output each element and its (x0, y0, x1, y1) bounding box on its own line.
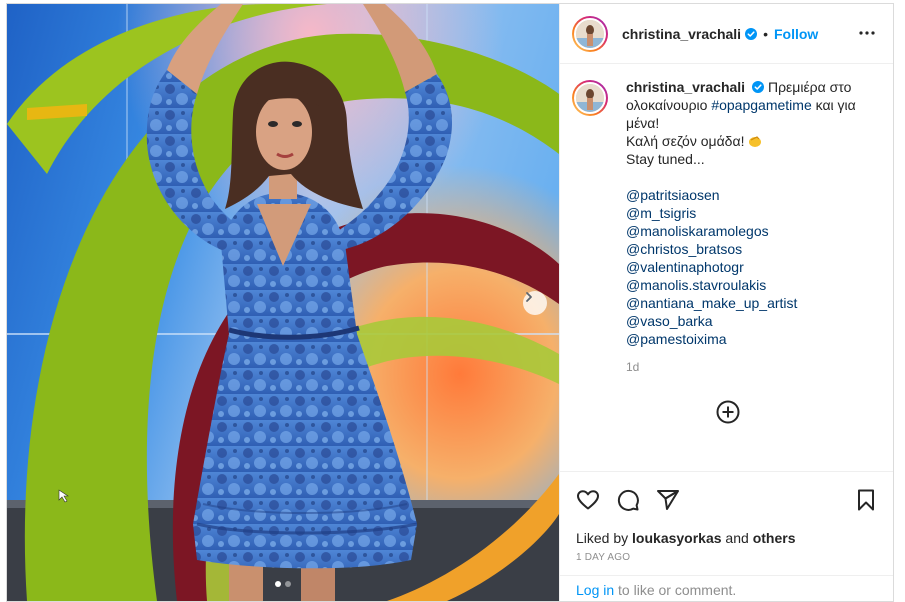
likes-prefix: Liked by (576, 530, 633, 546)
clapping-hand-emoji (749, 136, 762, 147)
login-prompt: Log in to like or comment. (560, 575, 893, 601)
login-link[interactable]: Log in (576, 582, 614, 598)
comments-area: christina_vrachali Πρεμιέρα στο ολοκαίνο… (560, 64, 893, 471)
post-header: christina_vrachali • Follow (560, 4, 893, 64)
more-options-icon[interactable] (858, 24, 876, 42)
post-caption: christina_vrachali Πρεμιέρα στο ολοκαίνο… (572, 78, 882, 376)
mention-link[interactable]: @valentinaphotogr (626, 258, 871, 276)
caption-avatar[interactable] (572, 80, 608, 116)
post-actions: Liked by loukasyorkas and others 1 DAY A… (560, 471, 893, 601)
verified-badge-icon (752, 81, 765, 93)
login-prompt-text: to like or comment. (614, 582, 737, 598)
avatar-image (574, 82, 606, 114)
carousel-next-button[interactable] (523, 291, 547, 315)
mention-link[interactable]: @patritsiaosen (626, 186, 871, 204)
follow-button[interactable]: Follow (774, 26, 818, 42)
mention-link[interactable]: @vaso_barka (626, 312, 871, 330)
hashtag-link[interactable]: #opapgametime (711, 97, 811, 113)
mention-link[interactable]: @nantiana_make_up_artist (626, 294, 871, 312)
post-photo[interactable] (7, 4, 559, 601)
comment-icon[interactable] (616, 488, 640, 512)
caption-username[interactable]: christina_vrachali (626, 79, 745, 95)
heart-icon[interactable] (576, 488, 600, 512)
separator-dot: • (763, 25, 768, 42)
post-date[interactable]: 1 DAY AGO (576, 552, 630, 563)
mention-link[interactable]: @pamestoixima (626, 330, 871, 348)
carousel-dot (285, 581, 291, 587)
liked-by-others[interactable]: others (753, 530, 796, 546)
chevron-right-icon (526, 292, 532, 302)
photo-illustration (7, 4, 559, 601)
likes-middle: and (721, 530, 753, 546)
mention-link[interactable]: @manoliskaramolegos (626, 222, 871, 240)
action-icons (576, 488, 680, 512)
carousel-indicator (7, 581, 559, 587)
author-username[interactable]: christina_vrachali (622, 26, 741, 42)
verified-badge-icon (745, 27, 758, 40)
avatar-image (574, 17, 606, 50)
mention-link[interactable]: @manolis.stavroulakis (626, 276, 871, 294)
carousel-dot-active (275, 581, 281, 587)
mention-link[interactable]: @christos_bratsos (626, 240, 871, 258)
share-icon[interactable] (656, 488, 680, 512)
liked-by-user[interactable]: loukasyorkas (632, 530, 722, 546)
caption-time-ago[interactable]: 1d (626, 358, 871, 376)
avatar[interactable] (572, 15, 608, 52)
add-comment-icon[interactable] (716, 400, 740, 424)
post-details-panel: christina_vrachali • Follow christina_vr… (559, 4, 893, 601)
bookmark-icon[interactable] (854, 488, 878, 512)
mention-link[interactable]: @m_tsigris (626, 204, 871, 222)
caption-line-2: Καλή σεζόν ομάδα! (626, 133, 749, 149)
caption-line-3: Stay tuned... (626, 151, 705, 167)
post-modal: christina_vrachali • Follow christina_vr… (6, 3, 894, 602)
caption-text: christina_vrachali Πρεμιέρα στο ολοκαίνο… (626, 78, 871, 376)
likes-summary: Liked by loukasyorkas and others (576, 530, 795, 546)
